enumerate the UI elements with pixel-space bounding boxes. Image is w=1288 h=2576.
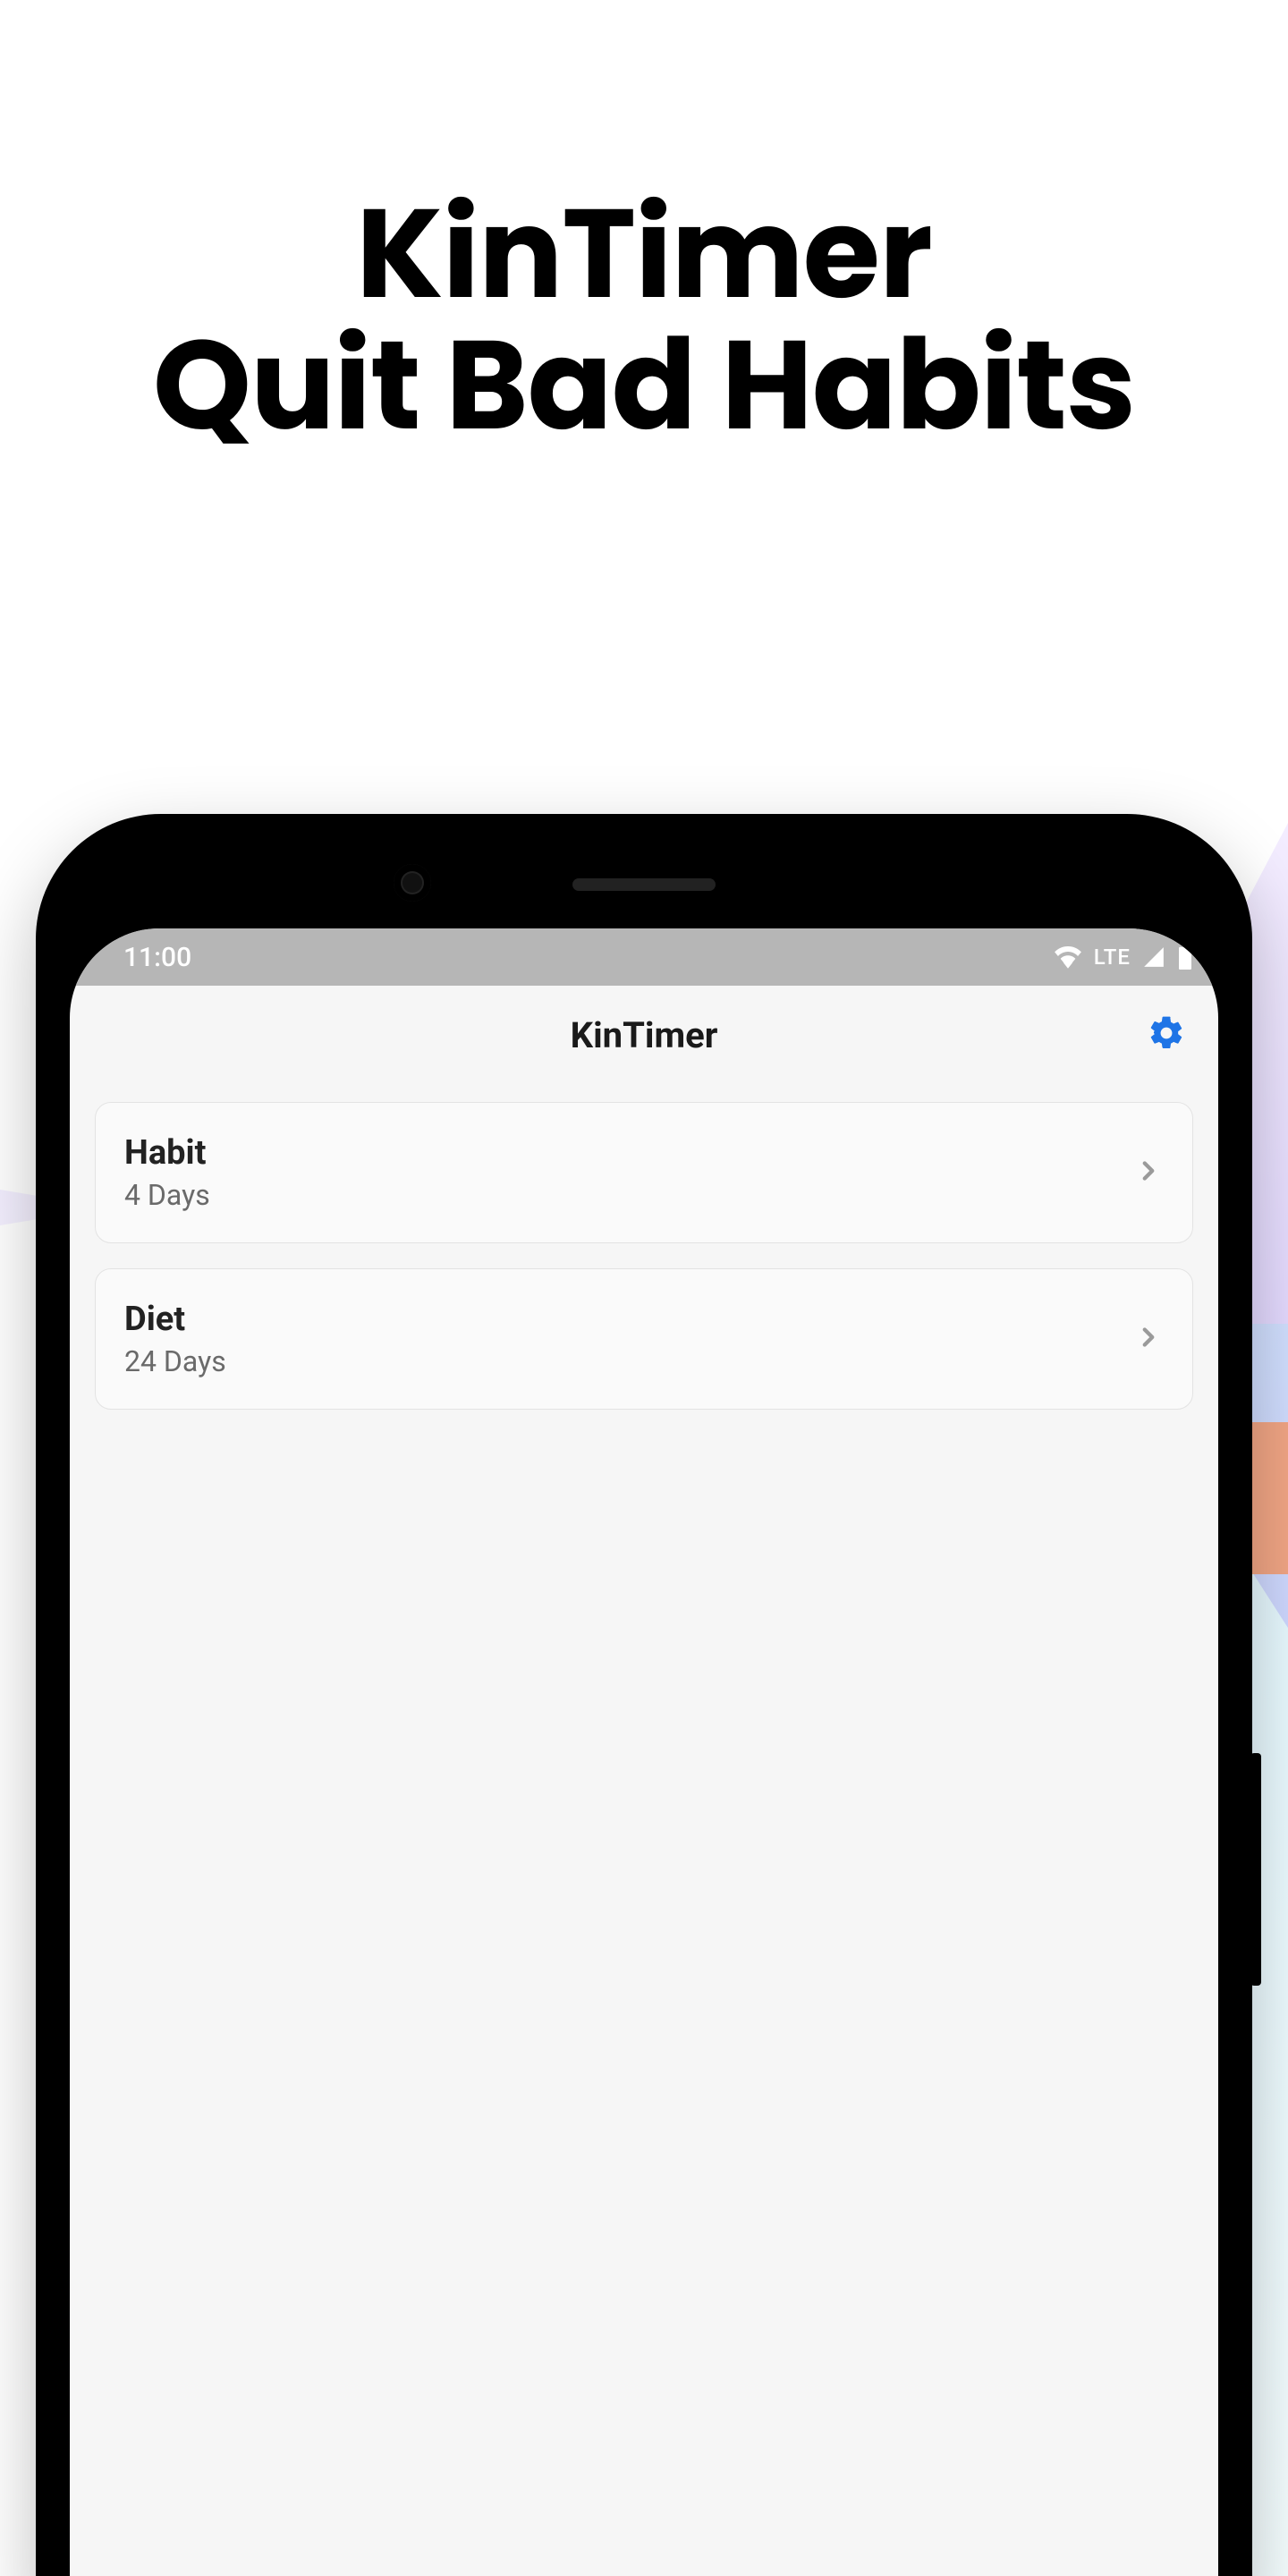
status-icons: LTE [1053,945,1193,970]
settings-button[interactable] [1143,1012,1190,1058]
network-label: LTE [1094,945,1131,970]
chevron-right-icon [1133,1156,1164,1190]
phone-camera [394,864,431,902]
list-item-subtitle: 4 Days [124,1178,210,1212]
list-item-title: Diet [124,1300,226,1339]
app-title: KinTimer [571,1014,718,1056]
signal-icon [1141,945,1166,969]
list-item[interactable]: Diet 24 Days [95,1268,1193,1410]
habit-list: Habit 4 Days Diet 24 Days [70,1084,1218,1410]
promo-line-2: Quit Bad Habits [0,319,1288,451]
phone-speaker [572,878,716,891]
chevron-right-icon [1133,1322,1164,1356]
battery-icon [1177,945,1193,970]
phone-screen: 11:00 LTE KinTimer [70,928,1218,2576]
gear-icon [1147,1013,1186,1056]
status-time: 11:00 [123,942,191,973]
promo-headline: KinTimer Quit Bad Habits [0,0,1288,451]
list-item-title: Habit [124,1133,210,1173]
wifi-icon [1053,945,1083,969]
phone-side-button [1250,1753,1261,1986]
status-bar: 11:00 LTE [70,928,1218,986]
phone-frame: 11:00 LTE KinTimer [36,814,1252,2576]
list-item-subtitle: 24 Days [124,1344,226,1378]
list-item[interactable]: Habit 4 Days [95,1102,1193,1243]
app-header: KinTimer [70,986,1218,1084]
